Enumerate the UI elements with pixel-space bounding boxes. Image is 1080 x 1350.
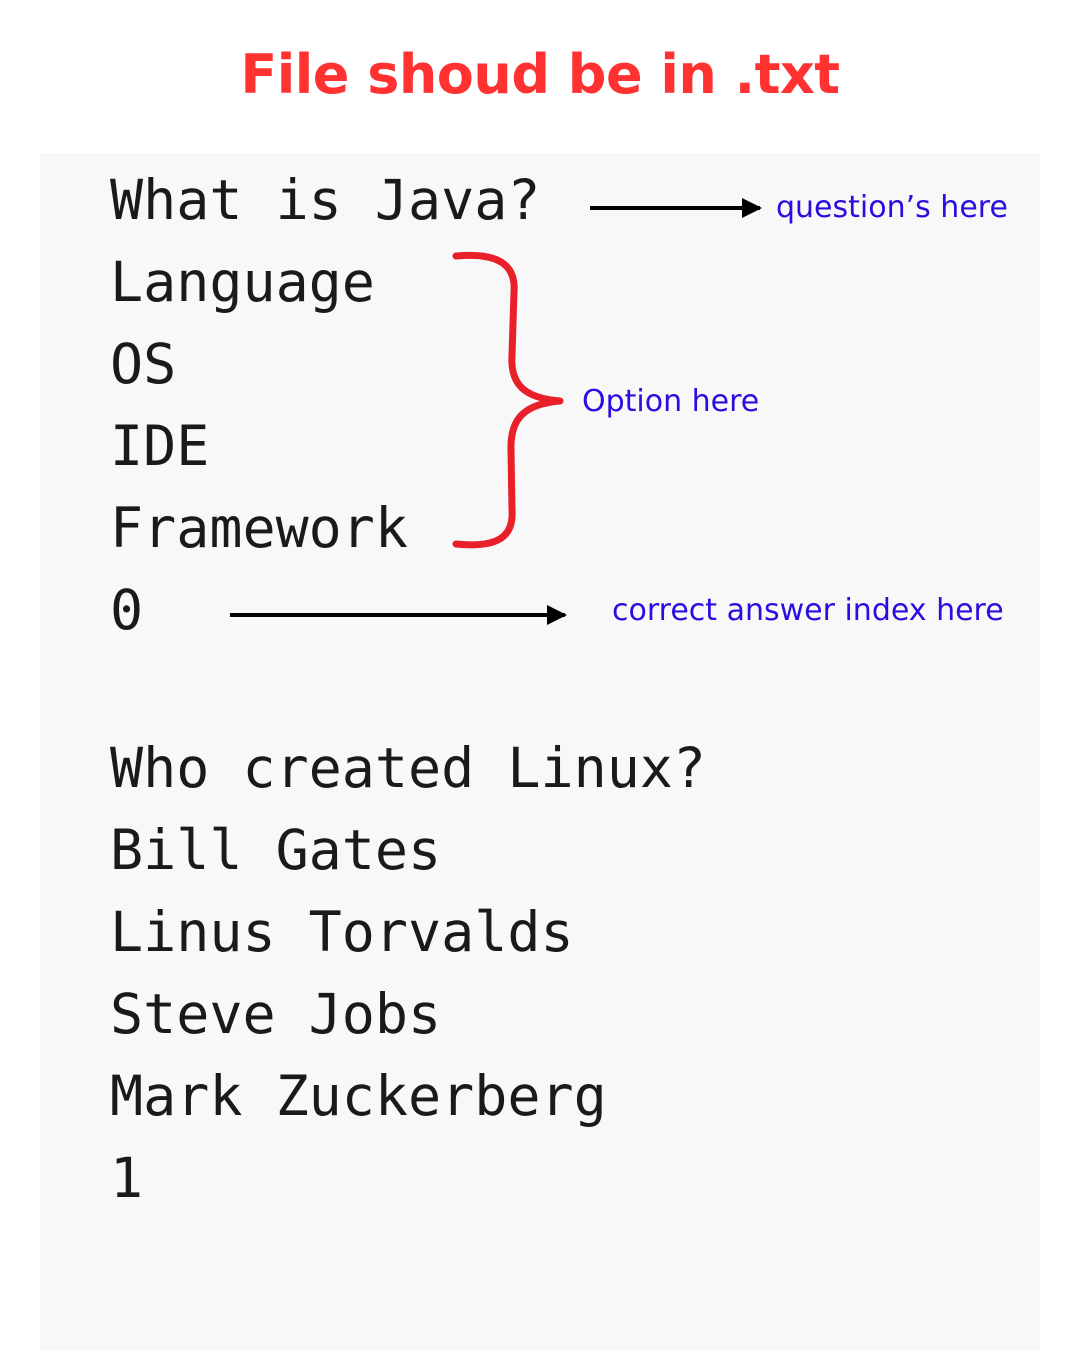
answer-index-line: 1 [110,1146,144,1210]
answer-index-line: 0 [110,578,144,642]
question-annotation: question’s here [776,190,1008,225]
option-line: Steve Jobs [110,982,442,1046]
option-line: Linus Torvalds [110,900,574,964]
question-line: What is Java? [110,168,541,232]
answer-annotation: correct answer index here [612,593,1004,628]
option-line: OS [110,332,177,396]
option-line: Bill Gates [110,818,442,882]
options-annotation: Option here [582,384,760,419]
option-line: Language [110,250,375,314]
option-line: Framework [110,496,409,560]
option-line: IDE [110,414,210,478]
page-title: File shoud be in .txt [240,43,840,106]
question-line: Who created Linux? [110,736,707,800]
option-line: Mark Zuckerberg [110,1064,607,1128]
